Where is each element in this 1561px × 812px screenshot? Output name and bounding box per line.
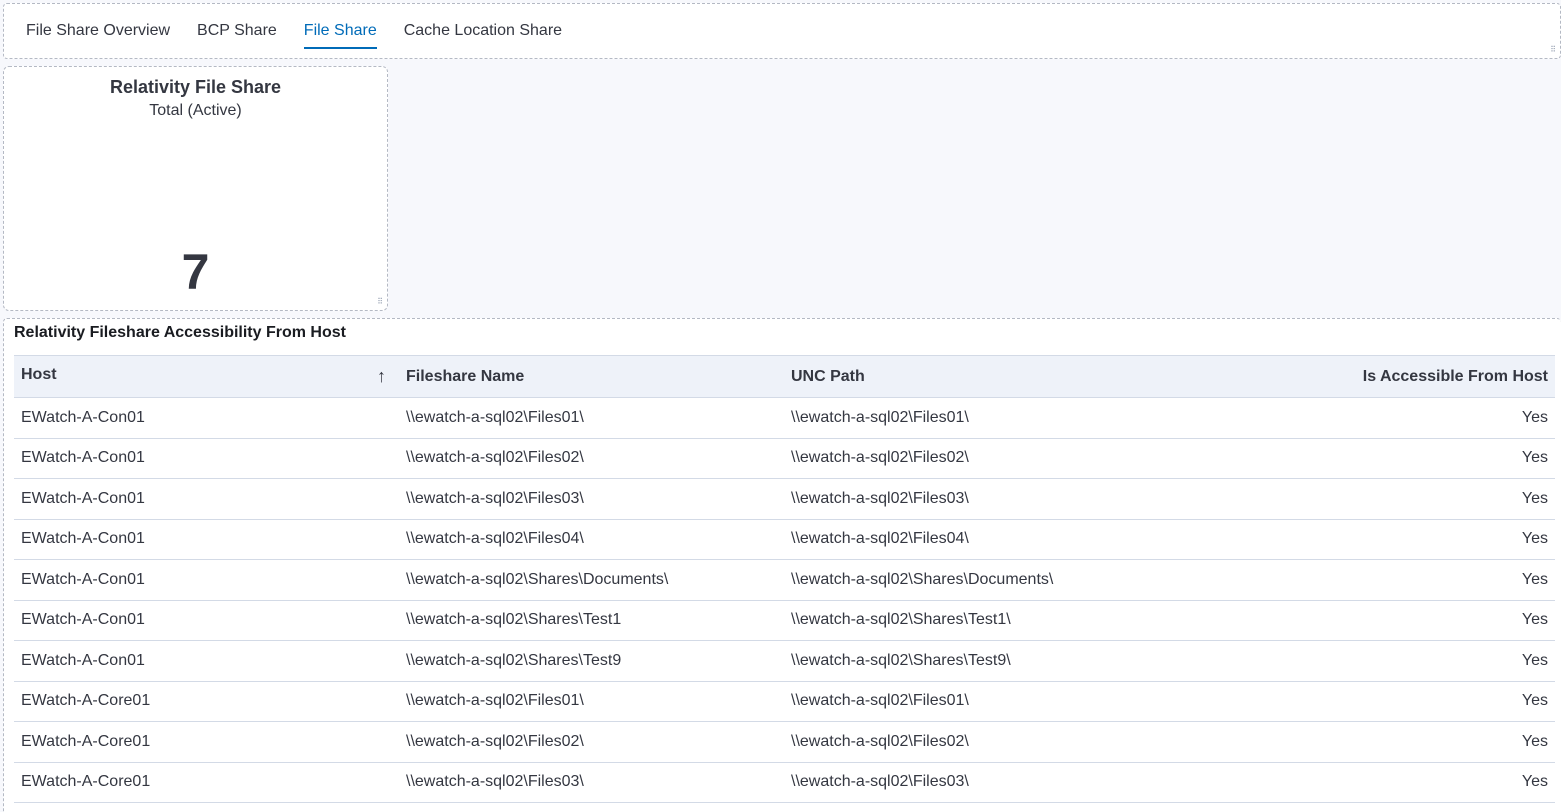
tab-file-share-overview[interactable]: File Share Overview: [26, 16, 170, 49]
table-row: EWatch-A-Con01 \\ewatch-a-sql02\Shares\Te…: [14, 600, 1555, 641]
tab-bcp-share[interactable]: BCP Share: [197, 16, 277, 49]
table-panel: Relativity Fileshare Accessibility From …: [3, 318, 1561, 812]
cell-fileshare-name: \\ewatch-a-sql02\Files03\: [399, 762, 784, 803]
cell-unc-path: \\ewatch-a-sql02\Files01\: [784, 681, 1169, 722]
cell-fileshare-name: \\ewatch-a-sql02\Shares\Documents\: [399, 559, 784, 601]
cell-fileshare-name: \\ewatch-a-sql02\Shares\Test9: [399, 640, 784, 682]
tabs-panel: File Share Overview BCP Share File Share…: [3, 3, 1561, 59]
table-row: EWatch-A-Con01 \\ewatch-a-sql02\Files01\ \…: [14, 397, 1555, 439]
cell-unc-path: \\ewatch-a-sql02\Files02\: [784, 438, 1169, 479]
table-row: EWatch-A-Con01 \\ewatch-a-sql02\Shares\Do…: [14, 559, 1555, 601]
cell-host: EWatch-A-Con01: [14, 600, 399, 641]
cell-fileshare-name: \\ewatch-a-sql02\Shares\Test1: [399, 600, 784, 641]
table-row: EWatch-A-Con01 \\ewatch-a-sql02\Files04\ \…: [14, 519, 1555, 560]
table-body: EWatch-A-Con01 \\ewatch-a-sql02\Files01\ \…: [14, 397, 1555, 803]
cell-fileshare-name: \\ewatch-a-sql02\Files01\: [399, 681, 784, 722]
cell-is-accessible: Yes: [1169, 478, 1555, 520]
cell-host: EWatch-A-Con01: [14, 519, 399, 560]
cell-unc-path: \\ewatch-a-sql02\Files01\: [784, 397, 1169, 439]
arrow-up-icon[interactable]: ↑: [377, 366, 386, 387]
cell-is-accessible: Yes: [1169, 600, 1555, 641]
cell-fileshare-name: \\ewatch-a-sql02\Files04\: [399, 519, 784, 560]
cell-host: EWatch-A-Con01: [14, 397, 399, 439]
table-row: EWatch-A-Con01 \\ewatch-a-sql02\Shares\Te…: [14, 640, 1555, 682]
metric-value: 7: [181, 244, 210, 300]
accessibility-table: Host ↑ Fileshare Name UNC Path Is Access…: [14, 355, 1555, 803]
table-row: EWatch-A-Con01 \\ewatch-a-sql02\Files02\ \…: [14, 438, 1555, 479]
cell-host: EWatch-A-Con01: [14, 438, 399, 479]
cell-host: EWatch-A-Con01: [14, 559, 399, 601]
metric-subtitle: Total (Active): [149, 102, 242, 119]
tab-file-share[interactable]: File Share: [303, 16, 377, 49]
cell-is-accessible: Yes: [1169, 762, 1555, 803]
column-header-host[interactable]: Host ↑: [14, 355, 399, 398]
cell-fileshare-name: \\ewatch-a-sql02\Files03\: [399, 478, 784, 520]
cell-host: EWatch-A-Core01: [14, 762, 399, 803]
table-row: EWatch-A-Core01 \\ewatch-a-sql02\Files03\…: [14, 762, 1555, 803]
cell-host: EWatch-A-Con01: [14, 640, 399, 682]
table-header-row: Host ↑ Fileshare Name UNC Path Is Access…: [14, 355, 1555, 398]
cell-fileshare-name: \\ewatch-a-sql02\Files02\: [399, 721, 784, 763]
cell-unc-path: \\ewatch-a-sql02\Files04\: [784, 519, 1169, 560]
column-header-is-accessible[interactable]: Is Accessible From Host: [1169, 355, 1555, 398]
cell-unc-path: \\ewatch-a-sql02\Files02\: [784, 721, 1169, 763]
cell-unc-path: \\ewatch-a-sql02\Files03\: [784, 762, 1169, 803]
table-row: EWatch-A-Con01 \\ewatch-a-sql02\Files03\ \…: [14, 478, 1555, 520]
column-header-fileshare-name[interactable]: Fileshare Name: [399, 355, 784, 398]
column-header-unc-path[interactable]: UNC Path: [784, 355, 1169, 398]
table-title: Relativity Fileshare Accessibility From …: [14, 324, 346, 341]
metric-title: Relativity File Share: [109, 77, 282, 97]
table-row: EWatch-A-Core01 \\ewatch-a-sql02\Files01\…: [14, 681, 1555, 722]
cell-is-accessible: Yes: [1169, 438, 1555, 479]
metric-panel: Relativity File Share Total (Active) 7 ⠿: [3, 66, 388, 311]
tab-cache-location-share[interactable]: Cache Location Share: [404, 16, 562, 49]
cell-fileshare-name: \\ewatch-a-sql02\Files01\: [399, 397, 784, 439]
cell-host: EWatch-A-Con01: [14, 478, 399, 520]
cell-is-accessible: Yes: [1169, 519, 1555, 560]
cell-unc-path: \\ewatch-a-sql02\Shares\Documents\: [784, 559, 1169, 601]
cell-is-accessible: Yes: [1169, 559, 1555, 601]
cell-host: EWatch-A-Core01: [14, 721, 399, 763]
cell-is-accessible: Yes: [1169, 721, 1555, 763]
tab-bar: File Share Overview BCP Share File Share…: [26, 16, 589, 49]
resize-handle-icon[interactable]: ⠿: [375, 298, 383, 306]
cell-is-accessible: Yes: [1169, 681, 1555, 722]
cell-unc-path: \\ewatch-a-sql02\Shares\Test1\: [784, 600, 1169, 641]
column-header-label: Host: [21, 366, 57, 383]
cell-is-accessible: Yes: [1169, 397, 1555, 439]
cell-host: EWatch-A-Core01: [14, 681, 399, 722]
cell-is-accessible: Yes: [1169, 640, 1555, 682]
cell-unc-path: \\ewatch-a-sql02\Files03\: [784, 478, 1169, 520]
resize-handle-icon[interactable]: ⠿: [1548, 46, 1556, 54]
cell-unc-path: \\ewatch-a-sql02\Shares\Test9\: [784, 640, 1169, 682]
table-row: EWatch-A-Core01 \\ewatch-a-sql02\Files02\…: [14, 721, 1555, 763]
cell-fileshare-name: \\ewatch-a-sql02\Files02\: [399, 438, 784, 479]
